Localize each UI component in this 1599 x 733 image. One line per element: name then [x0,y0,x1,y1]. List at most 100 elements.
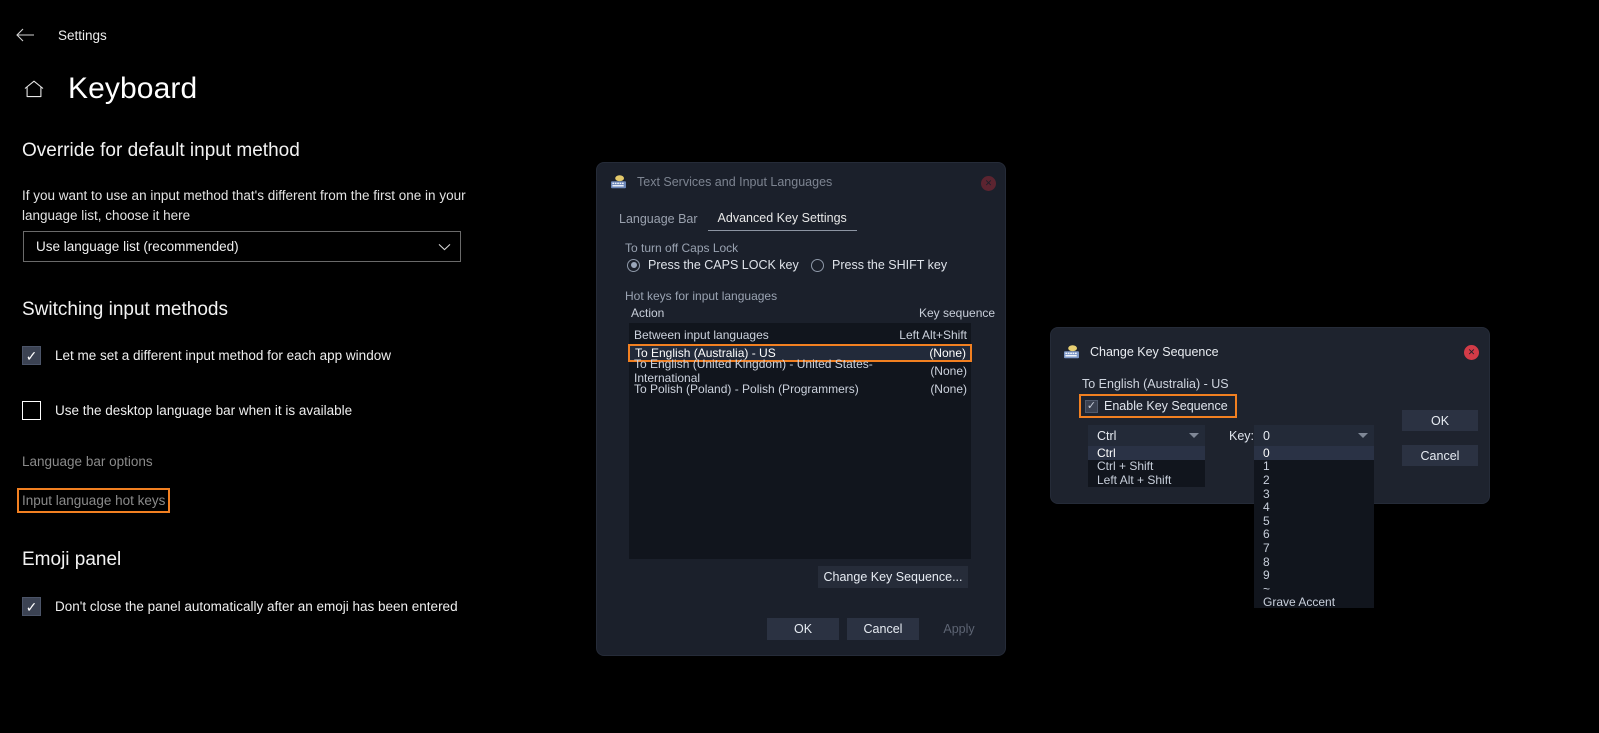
ok-button[interactable]: OK [767,618,839,640]
modifier-dropdown-value: Ctrl [1097,428,1117,443]
checkbox-per-app-window[interactable]: ✓ [22,346,41,365]
checkbox-emoji-panel[interactable]: ✓ [22,597,41,616]
change-key-sequence-label: Change Key Sequence... [823,570,963,584]
row-key-sequence: (None) [930,382,967,396]
cks-ok-button[interactable]: OK [1402,410,1478,431]
checkbox-desktop-language-bar[interactable] [22,401,41,420]
column-header-key-sequence: Key sequence [919,306,996,320]
hotkeys-listbox[interactable]: Between input languages Left Alt+Shift T… [628,323,972,559]
apply-button-label: Apply [943,622,975,636]
hotkeys-group-label: Hot keys for input languages [625,289,778,303]
cancel-button[interactable]: Cancel [847,618,919,640]
close-icon[interactable]: ✕ [981,176,996,191]
radio-shift-key[interactable] [811,258,824,272]
key-dropdown-list[interactable]: 0 1 2 3 4 5 6 7 8 9 ~ Grave Accent [1254,446,1374,609]
text-services-titlebar: Text Services and Input Languages [597,163,1005,189]
row-action: To Polish (Poland) - Polish (Programmers… [634,382,859,396]
settings-nav-title: Settings [58,27,107,43]
cks-subtitle: To English (Australia) - US [1082,377,1229,391]
key-option[interactable]: 8 [1254,555,1374,569]
row-key-sequence: (None) [929,346,966,360]
cks-title: Change Key Sequence [1090,345,1219,359]
chevron-down-icon [1189,433,1199,438]
key-option[interactable]: 3 [1254,487,1374,501]
enable-key-sequence-checkbox-row[interactable]: ✓ Enable Key Sequence [1079,394,1237,418]
key-option[interactable]: 7 [1254,541,1374,555]
text-services-dialog: Text Services and Input Languages ✕ Lang… [597,163,1005,655]
radio-label-caps-lock-key: Press the CAPS LOCK key [648,258,799,272]
key-dropdown[interactable]: 0 [1254,425,1374,446]
section-heading-override: Override for default input method [22,140,300,161]
row-action: Between input languages [634,328,769,342]
modifier-option[interactable]: Ctrl + Shift [1088,459,1205,473]
column-header-action: Action [631,306,665,320]
cks-titlebar: Change Key Sequence [1051,328,1489,359]
table-row[interactable]: To English (United Kingdom) - United Sta… [629,357,971,385]
apply-button: Apply [927,618,991,640]
cks-cancel-button[interactable]: Cancel [1402,445,1478,466]
keyboard-icon [1063,345,1081,359]
key-label: Key: [1229,429,1255,443]
checkbox-row-per-app-window[interactable]: ✓ Let me set a different input method fo… [22,346,391,365]
table-row[interactable]: Between input languages Left Alt+Shift [629,326,971,344]
link-language-bar-options[interactable]: Language bar options [22,454,153,469]
keyboard-icon [610,175,628,189]
caps-lock-group-label: To turn off Caps Lock [625,241,739,255]
radio-label-shift-key: Press the SHIFT key [832,258,948,272]
settings-page: Settings Keyboard Override for default i… [0,0,620,733]
cancel-button-label: Cancel [863,622,903,636]
checkbox-row-desktop-language-bar[interactable]: Use the desktop language bar when it is … [22,401,352,420]
section-heading-switching: Switching input methods [22,299,228,320]
ok-button-label: OK [793,622,813,636]
default-input-method-dropdown[interactable]: Use language list (recommended) [23,231,461,262]
key-option[interactable]: 6 [1254,527,1374,541]
tab-language-bar[interactable]: Language Bar [609,208,708,231]
settings-nav-row: Settings [14,24,107,46]
row-key-sequence: (None) [930,364,967,378]
modifier-option[interactable]: Ctrl [1088,446,1205,460]
default-input-method-value: Use language list (recommended) [36,239,239,254]
checkbox-label-desktop-language-bar: Use the desktop language bar when it is … [55,403,353,418]
chevron-down-icon [1358,433,1368,438]
home-icon[interactable] [22,77,46,101]
cks-ok-label: OK [1430,413,1450,428]
text-services-tabs: Language Bar Advanced Key Settings [609,207,857,231]
key-option[interactable]: 0 [1254,446,1374,460]
close-icon[interactable]: ✕ [1464,345,1479,360]
change-key-sequence-dialog: Change Key Sequence ✕ To English (Austra… [1051,328,1489,609]
check-icon: ✓ [25,598,38,615]
modifier-dropdown-list[interactable]: Ctrl Ctrl + Shift Left Alt + Shift [1088,446,1205,487]
cks-cancel-label: Cancel [1420,448,1460,463]
section-heading-emoji: Emoji panel [22,549,122,570]
radio-row-caps-lock-key[interactable]: Press the CAPS LOCK key [627,258,799,272]
checkbox-label-emoji-panel: Don't close the panel automatically afte… [55,599,458,614]
key-option[interactable]: 9 [1254,568,1374,582]
back-arrow-icon[interactable] [14,24,36,46]
key-option[interactable]: Grave Accent [1254,595,1374,609]
row-key-sequence: Left Alt+Shift [899,328,967,342]
checkbox-label-per-app-window: Let me set a different input method for … [55,348,391,363]
key-option[interactable]: ~ [1254,582,1374,596]
check-icon: ✓ [25,347,38,364]
chevron-down-icon [438,243,451,251]
radio-caps-lock-key[interactable] [627,258,640,272]
key-option[interactable]: 2 [1254,473,1374,487]
checkbox-enable-key-sequence[interactable]: ✓ [1085,399,1098,413]
checkbox-row-emoji-panel[interactable]: ✓ Don't close the panel automatically af… [22,597,458,616]
radio-row-shift-key[interactable]: Press the SHIFT key [811,258,947,272]
page-title: Keyboard [68,72,198,105]
tab-advanced-key-settings[interactable]: Advanced Key Settings [707,207,857,231]
modifier-dropdown[interactable]: Ctrl [1088,425,1205,446]
key-option[interactable]: 1 [1254,459,1374,473]
change-key-sequence-button[interactable]: Change Key Sequence... [818,566,968,588]
key-option[interactable]: 5 [1254,514,1374,528]
table-row[interactable]: To Polish (Poland) - Polish (Programmers… [629,380,971,398]
link-input-language-hot-keys[interactable]: Input language hot keys [16,488,171,513]
check-icon: ✓ [1086,399,1097,412]
key-option[interactable]: 4 [1254,500,1374,514]
modifier-option[interactable]: Left Alt + Shift [1088,473,1205,487]
enable-key-sequence-label: Enable Key Sequence [1104,399,1228,413]
key-dropdown-value: 0 [1263,428,1270,443]
text-services-title: Text Services and Input Languages [637,175,833,189]
page-header: Keyboard [22,72,197,106]
